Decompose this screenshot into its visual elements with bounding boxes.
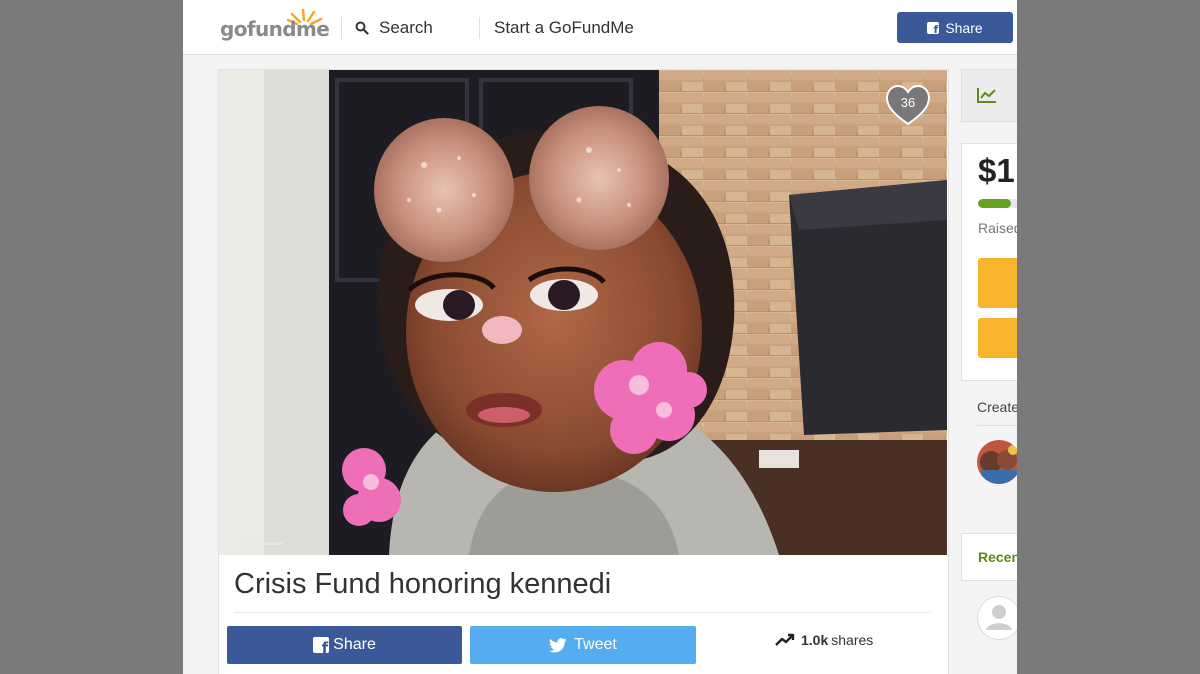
organizer-photo <box>977 440 1017 484</box>
shares-label: shares <box>831 632 874 648</box>
search-icon <box>355 21 369 35</box>
tweet-button[interactable]: Tweet <box>470 626 696 664</box>
header-divider <box>479 17 480 39</box>
campaign-card: 36 Crisis Fund honoring kennedi f Share … <box>218 69 949 674</box>
shares-stat: 1.0k shares <box>775 632 873 648</box>
gofundme-logo[interactable]: gofundme <box>220 8 330 42</box>
stats-tab[interactable] <box>961 69 1017 122</box>
share-label: Share <box>945 19 983 36</box>
progress-fill <box>978 199 1011 208</box>
organizer-avatar[interactable] <box>977 440 1017 484</box>
header-divider <box>341 17 342 39</box>
logo-wordmark: gofundme <box>220 17 330 41</box>
page: gofundme Search Start a GoFundMe f Share <box>183 0 1017 674</box>
amount-raised: $1, <box>978 152 1017 189</box>
user-placeholder-icon <box>986 605 1012 630</box>
heart-badge[interactable]: 36 <box>885 84 931 126</box>
search-link[interactable]: Search <box>355 16 433 40</box>
site-header: gofundme Search Start a GoFundMe f Share <box>183 0 1017 55</box>
campaign-photo-image <box>219 70 947 555</box>
facebook-icon: f <box>927 21 940 34</box>
overlay-backdrop <box>1017 0 1200 674</box>
share-facebook-button[interactable]: f Share <box>227 626 462 664</box>
created-label: Create <box>977 399 1017 415</box>
recent-label: Recent <box>978 549 1017 565</box>
facebook-icon: f <box>313 637 330 653</box>
share-facebook-header-button[interactable]: f Share <box>897 12 1013 43</box>
heart-count: 36 <box>900 95 916 110</box>
recent-donations-header[interactable]: Recent <box>961 533 1017 581</box>
campaign-title: Crisis Fund honoring kennedi <box>234 568 612 600</box>
divider <box>977 425 1017 426</box>
trend-chart-icon <box>977 88 996 103</box>
donor-avatar <box>977 596 1017 640</box>
shares-count: 1.0k <box>801 632 829 648</box>
tweet-label: Tweet <box>574 636 617 653</box>
trending-up-icon <box>775 633 795 646</box>
start-gofundme-link[interactable]: Start a GoFundMe <box>494 18 634 38</box>
twitter-bird-icon <box>549 637 567 652</box>
divider <box>234 612 931 613</box>
donate-now-button[interactable] <box>978 258 1017 308</box>
share-campaign-button[interactable] <box>978 318 1017 358</box>
share-label: Share <box>333 636 376 653</box>
donation-box: $1, Raised <box>961 143 1017 381</box>
campaign-photo[interactable]: 36 <box>219 70 947 555</box>
progress-bar <box>978 199 1017 208</box>
search-label: Search <box>379 18 433 37</box>
raised-label: Raised <box>978 220 1017 236</box>
